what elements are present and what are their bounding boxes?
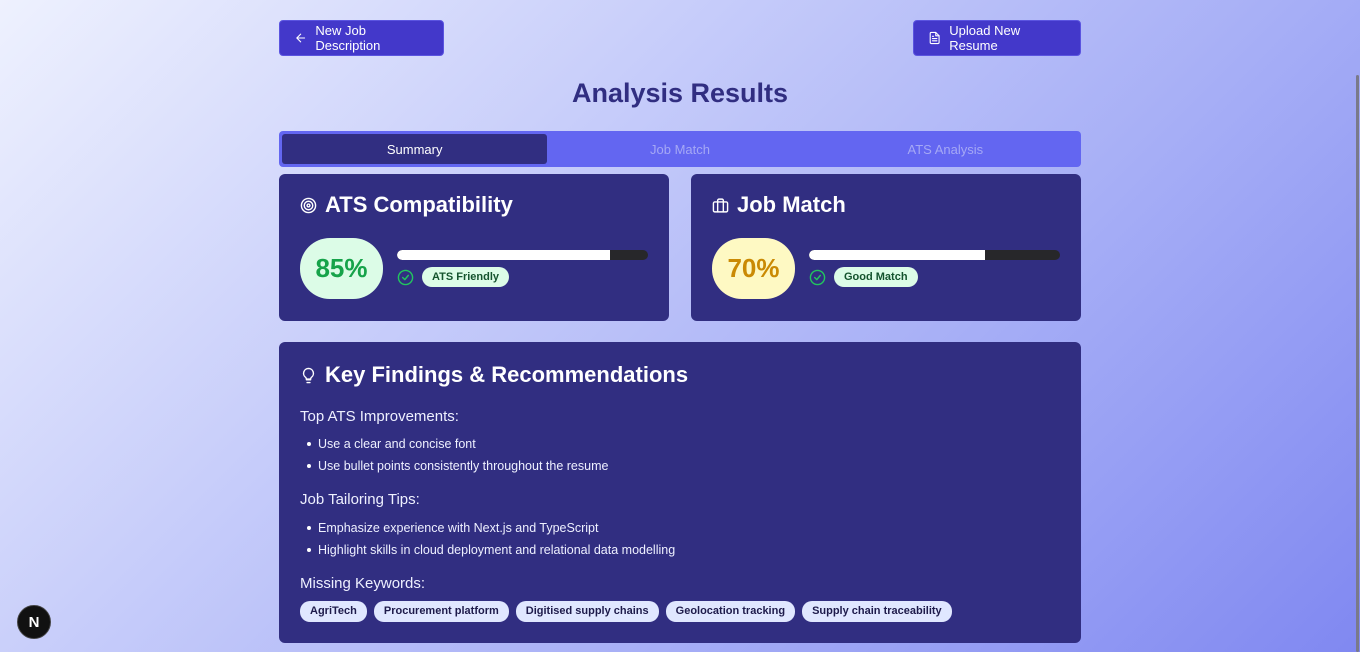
list-item: Emphasize experience with Next.js and Ty… bbox=[300, 517, 675, 539]
tab-job-match[interactable]: Job Match bbox=[547, 134, 812, 164]
new-job-description-button[interactable]: New Job Description bbox=[279, 20, 444, 56]
nextjs-logo-letter: N bbox=[28, 613, 40, 631]
keyword-chip: AgriTech bbox=[300, 601, 367, 622]
keyword-chip: Digitised supply chains bbox=[515, 601, 659, 622]
ats-status: ATS Friendly bbox=[397, 267, 510, 287]
job-card-title: Job Match bbox=[737, 192, 846, 217]
ats-status-badge: ATS Friendly bbox=[422, 267, 510, 287]
missing-keywords-label: Missing Keywords: bbox=[300, 575, 426, 592]
ats-card-title: ATS Compatibility bbox=[325, 192, 513, 217]
page-scrollbar[interactable] bbox=[1355, 0, 1360, 652]
ats-progress-fill bbox=[397, 250, 611, 260]
arrow-left-icon bbox=[296, 33, 306, 43]
missing-keywords-chips: AgriTech Procurement platform Digitised … bbox=[300, 601, 952, 622]
check-circle-icon bbox=[809, 269, 826, 285]
keyword-chip: Procurement platform bbox=[373, 601, 509, 622]
tailoring-tips-list: Emphasize experience with Next.js and Ty… bbox=[300, 517, 675, 561]
tab-summary[interactable]: Summary bbox=[282, 134, 548, 164]
scrollbar-thumb[interactable] bbox=[1356, 75, 1359, 652]
ats-improvements-list: Use a clear and concise font Use bullet … bbox=[300, 433, 608, 477]
job-status-badge: Good Match bbox=[834, 267, 918, 287]
list-item: Use a clear and concise font bbox=[300, 433, 608, 455]
keyword-chip: Geolocation tracking bbox=[665, 601, 796, 622]
findings-title: Key Findings & Recommendations bbox=[325, 362, 689, 387]
lightbulb-icon bbox=[302, 367, 315, 383]
ats-card-header: ATS Compatibility bbox=[300, 192, 513, 218]
job-card-header: Job Match bbox=[712, 192, 846, 218]
file-text-icon bbox=[929, 31, 940, 45]
upload-new-resume-button[interactable]: Upload New Resume bbox=[913, 20, 1081, 56]
upload-new-resume-label: Upload New Resume bbox=[949, 23, 1021, 53]
key-findings-card: Key Findings & Recommendations Top ATS I… bbox=[279, 342, 1081, 643]
results-tabs: Summary Job Match ATS Analysis bbox=[279, 131, 1081, 167]
ats-compatibility-card: ATS Compatibility 85% ATS Friendly bbox=[279, 174, 669, 321]
ats-progress-bar bbox=[397, 250, 648, 260]
job-match-card: Job Match 70% Good Match bbox=[691, 174, 1081, 321]
briefcase-icon bbox=[712, 197, 729, 213]
job-status: Good Match bbox=[809, 267, 918, 287]
page-title: Analysis Results bbox=[571, 78, 789, 108]
ats-improvements-label: Top ATS Improvements: bbox=[300, 408, 459, 425]
job-progress-bar bbox=[809, 250, 1060, 260]
tailoring-tips-label: Job Tailoring Tips: bbox=[300, 491, 420, 508]
findings-header: Key Findings & Recommendations bbox=[300, 362, 688, 388]
ats-score: 85% bbox=[300, 238, 383, 299]
new-job-description-label: New Job Description bbox=[315, 23, 381, 53]
keyword-chip: Supply chain traceability bbox=[802, 601, 952, 622]
job-match-score: 70% bbox=[712, 238, 795, 299]
tab-ats-analysis[interactable]: ATS Analysis bbox=[813, 134, 1078, 164]
list-item: Use bullet points consistently throughou… bbox=[300, 455, 608, 477]
list-item: Highlight skills in cloud deployment and… bbox=[300, 539, 675, 561]
nextjs-dev-indicator-button[interactable]: N bbox=[17, 605, 51, 639]
job-progress-fill bbox=[809, 250, 985, 260]
target-icon bbox=[300, 197, 317, 213]
check-circle-icon bbox=[397, 269, 414, 285]
